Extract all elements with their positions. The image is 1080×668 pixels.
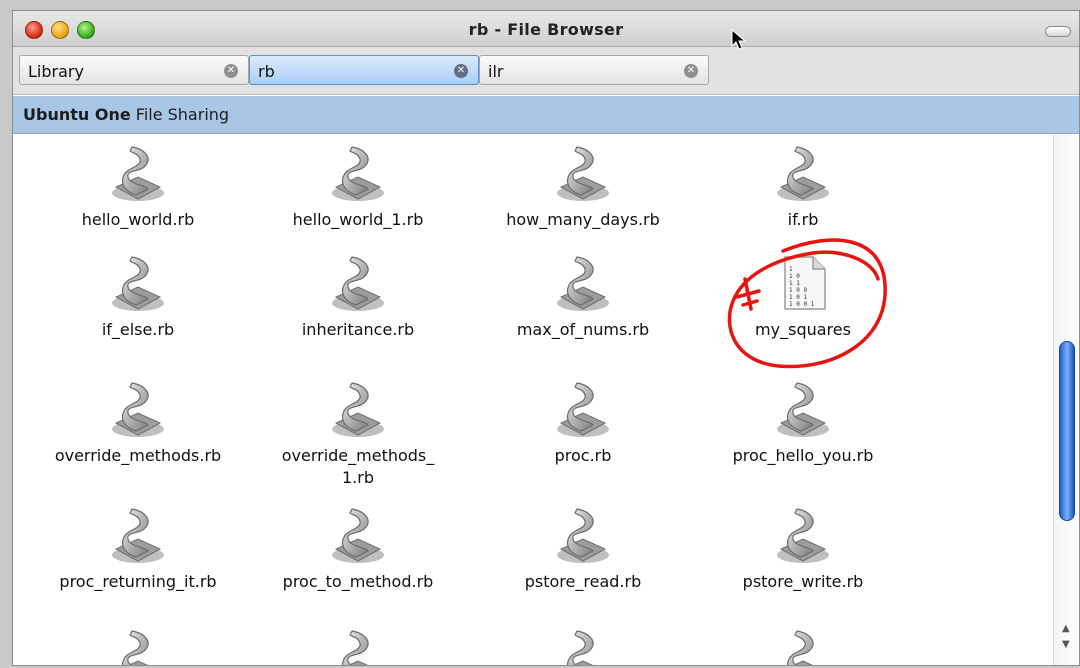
- vertical-scrollbar[interactable]: ▲ ▼: [1053, 135, 1079, 665]
- file-item[interactable]: [693, 627, 913, 665]
- file-item[interactable]: proc_returning_it.rb: [28, 505, 248, 593]
- ruby-script-icon: [777, 508, 829, 563]
- file-item[interactable]: if_else.rb: [28, 253, 248, 341]
- ruby-script-icon: [777, 382, 829, 437]
- file-item[interactable]: hello_world.rb: [28, 143, 248, 231]
- ruby-script-icon: [341, 630, 369, 665]
- binary-file-icon: 11 01 11 0 01 0 11 0 0 1: [784, 256, 826, 310]
- ruby-script-icon: [777, 146, 829, 201]
- file-label: proc_to_method.rb: [282, 572, 434, 591]
- file-label: my_squares: [755, 320, 851, 339]
- title-bar[interactable]: rb - File Browser: [13, 11, 1079, 47]
- window-title: rb - File Browser: [468, 20, 624, 39]
- file-item[interactable]: proc_hello_you.rb: [693, 379, 913, 467]
- tab-label: rb: [258, 62, 275, 81]
- file-item[interactable]: if.rb: [693, 143, 913, 231]
- file-label: override_methods.rb: [54, 446, 222, 465]
- file-label: proc.rb: [554, 446, 612, 465]
- ruby-script-icon: [557, 256, 609, 311]
- ruby-script-icon: [332, 256, 384, 311]
- scrollbar-thumb[interactable]: [1059, 341, 1075, 521]
- tab-ilr[interactable]: ilr ✕: [479, 55, 709, 85]
- tab-library[interactable]: Library ✕: [19, 55, 249, 85]
- file-label: override_methods_ 1.rb: [281, 446, 435, 487]
- ruby-script-icon: [557, 508, 609, 563]
- file-item[interactable]: proc.rb: [473, 379, 693, 467]
- svg-text:1 0 1: 1 0 1: [789, 294, 807, 301]
- file-label: hello_world_1.rb: [292, 210, 424, 229]
- svg-text:1 0: 1 0: [789, 273, 800, 280]
- file-browser-window: rb - File Browser Library ✕ rb ✕ ilr ✕ U…: [12, 10, 1080, 666]
- file-icon-grid: hello_world.rb hello_world_1.rb how_many_d…: [13, 135, 1053, 665]
- file-item[interactable]: [248, 627, 468, 665]
- ruby-script-icon: [557, 382, 609, 437]
- scroll-up-arrow-icon[interactable]: ▲: [1062, 623, 1070, 634]
- file-label: pstore_write.rb: [742, 572, 864, 591]
- ruby-script-icon: [332, 382, 384, 437]
- close-tab-icon[interactable]: ✕: [684, 64, 698, 78]
- file-label: proc_hello_you.rb: [732, 446, 874, 465]
- ruby-script-icon: [557, 146, 609, 201]
- ruby-script-icon: [566, 630, 594, 665]
- svg-text:1: 1: [789, 266, 793, 273]
- file-item[interactable]: proc_to_method.rb: [248, 505, 468, 593]
- file-item[interactable]: inheritance.rb: [248, 253, 468, 341]
- file-label: if.rb: [787, 210, 819, 229]
- file-item[interactable]: how_many_days.rb: [473, 143, 693, 231]
- tab-label: ilr: [488, 62, 504, 81]
- ruby-script-icon: [112, 508, 164, 563]
- location-service-name: Ubuntu One: [23, 105, 131, 124]
- file-label: inheritance.rb: [301, 320, 415, 339]
- file-label: if_else.rb: [101, 320, 175, 339]
- location-folder-name: File Sharing: [130, 105, 230, 124]
- ruby-script-icon: [332, 508, 384, 563]
- svg-text:1 1: 1 1: [789, 280, 800, 287]
- file-label: max_of_nums.rb: [516, 320, 650, 339]
- location-bar: Ubuntu One File Sharing: [13, 96, 1079, 134]
- file-item[interactable]: [473, 627, 693, 665]
- tab-bar: Library ✕ rb ✕ ilr ✕: [13, 47, 1079, 95]
- file-item[interactable]: [28, 627, 248, 665]
- svg-text:1 0 0: 1 0 0: [789, 287, 807, 294]
- file-item[interactable]: override_methods.rb: [28, 379, 248, 467]
- tab-label: Library: [28, 62, 84, 81]
- ruby-script-icon: [332, 146, 384, 201]
- svg-text:1 0 0 1: 1 0 0 1: [789, 301, 815, 308]
- ruby-script-icon: [786, 630, 814, 665]
- ruby-script-icon: [112, 256, 164, 311]
- mouse-pointer-icon: [731, 29, 747, 50]
- file-label: hello_world.rb: [81, 210, 195, 229]
- file-item[interactable]: pstore_write.rb: [693, 505, 913, 593]
- file-item[interactable]: max_of_nums.rb: [473, 253, 693, 341]
- file-item[interactable]: override_methods_ 1.rb: [248, 379, 468, 489]
- file-item[interactable]: 11 01 11 0 01 0 11 0 0 1 my_squares: [693, 253, 913, 341]
- scroll-down-arrow-icon[interactable]: ▼: [1062, 639, 1070, 650]
- tab-rb[interactable]: rb ✕: [249, 55, 479, 85]
- ruby-script-icon: [112, 146, 164, 201]
- ruby-script-icon: [112, 382, 164, 437]
- close-tab-icon[interactable]: ✕: [454, 64, 468, 78]
- file-item[interactable]: hello_world_1.rb: [248, 143, 468, 231]
- file-label: pstore_read.rb: [524, 572, 642, 591]
- toolbar-toggle-button[interactable]: [1045, 26, 1071, 37]
- file-label: how_many_days.rb: [506, 210, 660, 229]
- close-tab-icon[interactable]: ✕: [224, 64, 238, 78]
- location-label: Ubuntu One File Sharing: [23, 105, 229, 124]
- ruby-script-icon: [121, 630, 149, 665]
- file-label: proc_returning_it.rb: [59, 572, 217, 591]
- file-item[interactable]: pstore_read.rb: [473, 505, 693, 593]
